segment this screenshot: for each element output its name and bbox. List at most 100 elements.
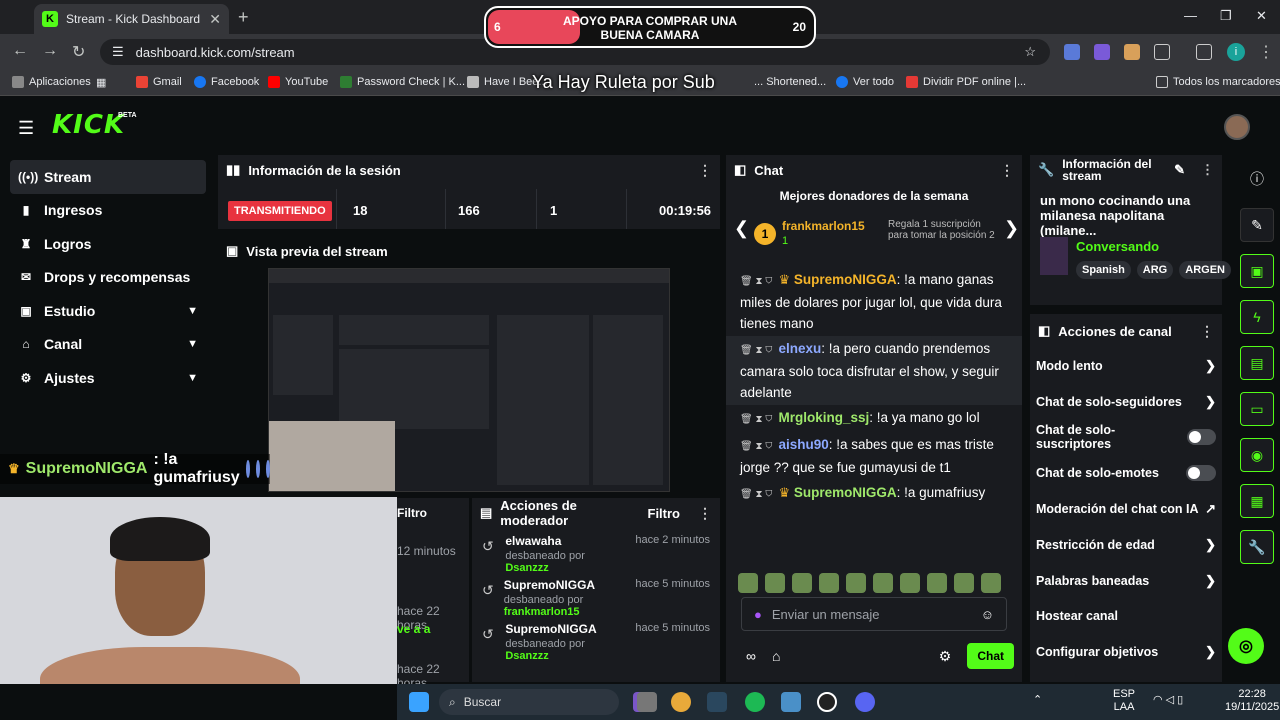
bookmark-item[interactable]: YouTube — [268, 76, 328, 88]
chat-username[interactable]: SupremoNIGGA — [794, 272, 897, 287]
photos-icon[interactable] — [781, 692, 801, 712]
emote-icon[interactable] — [792, 573, 812, 593]
donor-name[interactable]: frankmarlon15 — [782, 219, 865, 233]
chat-username[interactable]: elnexu — [778, 341, 821, 356]
notes-icon[interactable]: ▤ — [1240, 346, 1274, 380]
subs-only-toggle[interactable] — [1186, 429, 1216, 446]
maximize-icon[interactable]: ❐ — [1220, 8, 1232, 24]
more-options-icon[interactable]: ⋮ — [698, 162, 712, 179]
send-chat-button[interactable]: Chat — [967, 643, 1014, 669]
grid-icon[interactable]: ▦ — [96, 76, 106, 89]
wrench-icon[interactable]: 🔧 — [1240, 530, 1274, 564]
action-followers-only[interactable]: Chat de solo-seguidores ❯ — [1030, 384, 1222, 420]
action-age-restriction[interactable]: Restricción de edad ❯ — [1030, 527, 1222, 563]
bookmark-item[interactable]: Aplicaciones — [12, 76, 91, 88]
action-ai-moderation[interactable]: Moderación del chat con IA ↗ — [1030, 491, 1222, 527]
sidebar-item-estudio[interactable]: ▣ Estudio ▼ — [10, 294, 206, 328]
emote-icon[interactable] — [846, 573, 866, 593]
chat-username[interactable]: SupremoNIGGA — [794, 485, 897, 500]
chat-username[interactable]: aishu90 — [778, 437, 828, 452]
minimize-icon[interactable]: — — [1184, 8, 1197, 23]
scan-icon[interactable]: ▣ — [1240, 254, 1274, 288]
extension-icon[interactable] — [1064, 44, 1080, 60]
more-options-icon[interactable]: ⋮ — [1200, 323, 1214, 340]
taskbar-search[interactable]: ⌕ Buscar — [439, 689, 619, 715]
category-name[interactable]: Conversando — [1076, 239, 1159, 254]
mod-by-user[interactable]: Dsanzzz — [505, 562, 548, 574]
chrome-icon[interactable] — [671, 692, 691, 712]
chevron-right-icon[interactable]: ❯ — [1004, 218, 1019, 239]
clock[interactable]: 22:28 19/11/2025 — [1225, 688, 1279, 714]
bookmark-item[interactable]: Password Check | K... — [340, 76, 465, 88]
windows-start-icon[interactable] — [409, 692, 429, 712]
action-slow-mode[interactable]: Modo lento ❯ — [1030, 348, 1222, 384]
extension-icon[interactable] — [1124, 44, 1140, 60]
sidebar-item-drops[interactable]: ✉ Drops y recompensas — [10, 261, 206, 295]
action-banned-words[interactable]: Palabras baneadas ❯ — [1030, 563, 1222, 599]
chat-username[interactable]: Mrgloking_ssj — [778, 410, 869, 425]
info-icon[interactable]: ⓘ — [1240, 162, 1274, 196]
more-options-icon[interactable]: ⋮ — [1201, 162, 1214, 178]
edit-icon[interactable]: ✎ — [1174, 162, 1185, 178]
menu-dots-icon[interactable]: ⋮ — [1258, 42, 1274, 62]
emoji-icon[interactable]: ☺ — [981, 607, 994, 622]
sidebar-item-ingresos[interactable]: ▮ Ingresos — [10, 194, 206, 228]
file-explorer-icon[interactable] — [637, 692, 657, 712]
mod-target-user[interactable]: elwawaha — [505, 534, 625, 548]
support-icon[interactable]: ◎ — [1228, 628, 1264, 664]
tray-chevron-icon[interactable]: ⌃ — [1033, 694, 1042, 707]
forward-icon[interactable]: → — [42, 42, 58, 60]
broadcast-icon[interactable]: ◉ — [1240, 438, 1274, 472]
sidebar-item-stream[interactable]: ((•)) Stream — [10, 160, 206, 194]
mod-tools-icon[interactable]: 🗑 ⧗ ⛉ — [740, 345, 772, 356]
category-thumbnail[interactable] — [1040, 237, 1068, 275]
chat-message[interactable]: 🗑 ⧗ ⛉ aishu90: !a sabes que es mas triste… — [726, 432, 1022, 480]
obs-icon[interactable] — [817, 692, 837, 712]
profile-icon[interactable]: i — [1227, 43, 1245, 61]
emote-icon[interactable] — [819, 573, 839, 593]
tab-close-icon[interactable]: ✕ — [209, 11, 221, 28]
menu-icon[interactable]: ☰ — [18, 118, 36, 139]
mod-tools-icon[interactable]: 🗑 ⧗ ⛉ — [740, 414, 772, 425]
discord-icon[interactable] — [855, 692, 875, 712]
bookmark-item[interactable]: ... Shortened... — [754, 76, 826, 88]
language-indicator[interactable]: ESP LAA — [1113, 688, 1135, 714]
bookmark-item[interactable]: Ver todo — [836, 76, 894, 88]
new-tab-icon[interactable]: + — [238, 7, 249, 28]
emotes-only-toggle[interactable] — [1186, 465, 1216, 482]
mod-target-user[interactable]: SupremoNIGGA — [505, 622, 625, 636]
browser-tab[interactable]: K Stream - Kick Dashboard ✕ — [34, 4, 229, 34]
wifi-icon[interactable]: ◠ ◁ ▯ — [1153, 694, 1183, 707]
filter-label[interactable]: Filtro — [397, 506, 427, 520]
mod-tools-icon[interactable]: 🗑 ⧗ ⛉ — [740, 441, 772, 452]
spotify-icon[interactable] — [745, 692, 765, 712]
more-options-icon[interactable]: ⋮ — [1000, 162, 1014, 179]
emote-icon[interactable] — [873, 573, 893, 593]
extensions-puzzle-icon[interactable] — [1154, 44, 1170, 60]
chat-input[interactable]: ● Enviar un mensaje ☺ — [741, 597, 1007, 631]
media-icon[interactable] — [1196, 44, 1212, 60]
mod-tools-icon[interactable]: 🗑 ⧗ ⛉ — [740, 489, 772, 500]
mic-icon[interactable]: ● — [754, 607, 762, 622]
avatar[interactable] — [1224, 114, 1250, 140]
points-icon[interactable]: ∞ — [746, 648, 756, 664]
bolt-icon[interactable]: ϟ — [1240, 300, 1274, 334]
mod-by-user[interactable]: Dsanzzz — [505, 650, 548, 662]
sidebar-item-canal[interactable]: ⌂ Canal ▼ — [10, 328, 206, 362]
bookmark-item[interactable]: Todos los marcadores — [1156, 76, 1280, 88]
more-options-icon[interactable]: ⋮ — [698, 505, 712, 522]
extension-icon[interactable] — [1094, 44, 1110, 60]
action-host-channel[interactable]: Hostear canal — [1030, 599, 1222, 635]
mod-target-user[interactable]: SupremoNIGGA — [504, 578, 626, 592]
chevron-left-icon[interactable]: ❮ — [734, 218, 749, 239]
steam-icon[interactable] — [707, 692, 727, 712]
edit-icon[interactable]: ✎ — [1240, 208, 1274, 242]
kick-logo[interactable]: KICK — [52, 110, 125, 140]
site-info-icon[interactable]: ☰ — [112, 44, 124, 60]
chat-message[interactable]: 🗑 ⧗ ⛉ elnexu: !a pero cuando prendemos ca… — [726, 336, 1022, 405]
store-icon[interactable]: ⌂ — [772, 648, 780, 664]
emote-icon[interactable] — [927, 573, 947, 593]
close-window-icon[interactable]: ✕ — [1256, 8, 1267, 24]
reload-icon[interactable]: ↻ — [72, 42, 85, 62]
action-configure-goals[interactable]: Configurar objetivos ❯ — [1030, 634, 1222, 670]
